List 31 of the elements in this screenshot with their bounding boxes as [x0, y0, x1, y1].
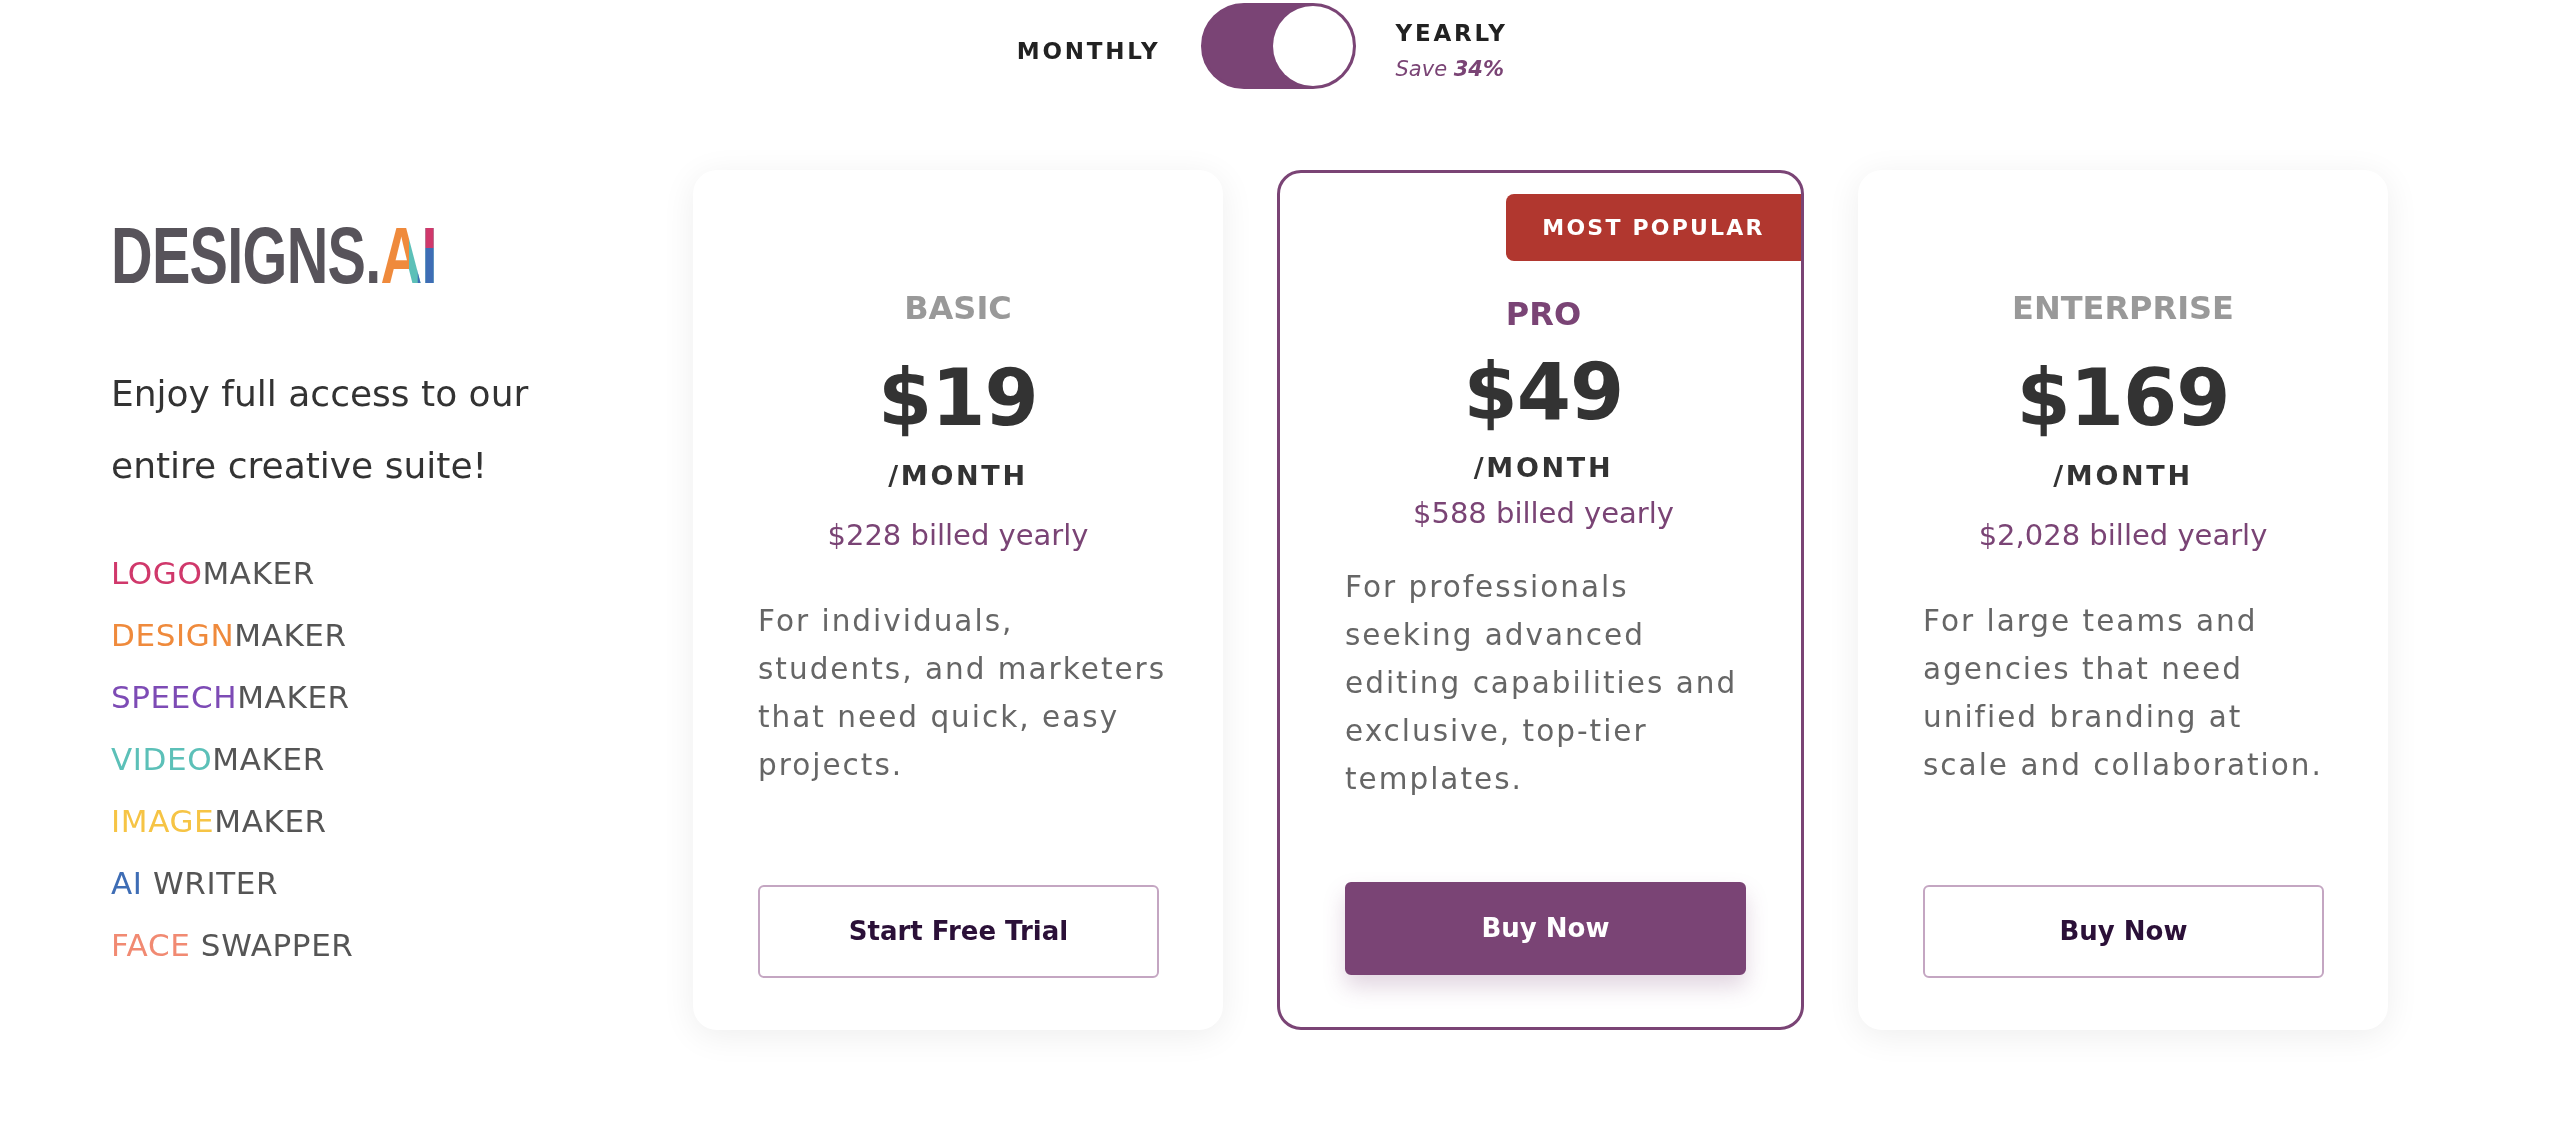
plan-button[interactable]: Start Free Trial: [758, 885, 1159, 978]
product-name: LOGOMAKER: [111, 554, 315, 593]
product-name: FACE SWAPPER: [111, 926, 354, 965]
plan-description: For large teams and agencies that need unified branding at scale and collaboration.: [1923, 603, 2324, 784]
yearly-total: $588 billed yearly: [1413, 495, 1674, 532]
popular-ribbon: MOST POPULAR: [1506, 194, 1801, 261]
price-period: /MONTH: [1473, 451, 1614, 485]
plan-button[interactable]: Buy Now: [1923, 885, 2324, 978]
product-name: IMAGEMAKER: [111, 802, 327, 841]
product-name: VIDEOMAKER: [111, 740, 325, 779]
plan-price: $169: [2016, 354, 2230, 442]
savings-note: Save 34%: [1395, 57, 1504, 83]
billing-option-label: MONTHLY: [1016, 38, 1161, 66]
buy-button[interactable]: Buy Now: [1345, 882, 1746, 975]
plan-description: For individuals, students, and marketers that need quick, easy projects.: [758, 603, 1168, 784]
price-period: /MONTH: [2053, 459, 2193, 493]
price-period: /MONTH: [888, 459, 1028, 493]
product-name: AI WRITER: [111, 864, 279, 903]
tagline: Enjoy full access to our entire creative suite!: [111, 372, 530, 488]
plan-price: $19: [878, 354, 1038, 442]
billing-option-label: YEARLY: [1395, 19, 1508, 48]
plan-description: For professionals seeking advanced editing capabilities and exclusive, top-tier templates.: [1345, 569, 1739, 798]
brand-logo: DESIGNS.AI: [111, 216, 437, 296]
plan-name: PRO: [1505, 294, 1582, 334]
yearly-total: $228 billed yearly: [827, 517, 1089, 554]
yearly-total: $2,028 billed yearly: [1978, 517, 2268, 554]
plan-name: BASIC: [904, 288, 1012, 328]
plan-price: $49: [1463, 348, 1624, 436]
product-name: DESIGNMAKER: [111, 616, 347, 655]
product-name: SPEECHMAKER: [111, 678, 350, 717]
plan-name: ENTERPRISE: [2012, 288, 2234, 328]
